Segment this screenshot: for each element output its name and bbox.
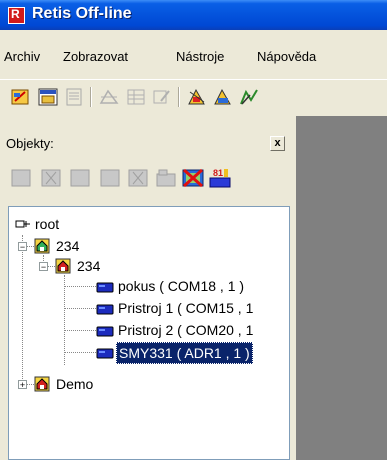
object-button-3[interactable] xyxy=(67,166,93,190)
toolbar xyxy=(0,79,387,114)
object-button-5[interactable] xyxy=(125,166,151,190)
tool2-icon[interactable] xyxy=(212,87,234,107)
delete-icon[interactable] xyxy=(180,166,206,190)
house-green-icon xyxy=(34,238,50,254)
house-red-icon xyxy=(34,376,50,392)
tree-label-device: pokus ( COM18 , 1 ) xyxy=(118,278,245,294)
tree-label-device: Pristroj 2 ( COM20 , 1 xyxy=(118,322,254,338)
menu-zobrazovat[interactable]: Zobrazovat xyxy=(63,49,128,64)
device-add-icon[interactable]: 81 xyxy=(207,166,233,190)
app-icon xyxy=(8,7,25,24)
tree-label-group: 234 xyxy=(56,238,80,254)
edit-icon[interactable] xyxy=(151,87,173,107)
chart-icon[interactable] xyxy=(238,87,260,107)
expander-demo[interactable]: + xyxy=(18,380,27,390)
toolbar-separator xyxy=(90,87,92,107)
object-button-1[interactable] xyxy=(8,166,34,190)
toolbar-separator xyxy=(178,87,180,107)
menu-nastroje[interactable]: Nástroje xyxy=(176,49,224,64)
workspace-area xyxy=(297,116,387,460)
tool1-icon[interactable] xyxy=(186,87,208,107)
root-plug-icon xyxy=(15,220,30,228)
expander-group[interactable]: − xyxy=(18,242,27,252)
layout-icon[interactable] xyxy=(98,87,120,107)
device-icon xyxy=(96,348,114,359)
object-button-6[interactable] xyxy=(153,166,179,190)
object-tree[interactable]: root − 234 − 234 pokus (COM18 , 1) Pri… xyxy=(8,206,290,460)
window-title: Retis Off-line xyxy=(32,5,132,22)
tree-label-subgroup: 234 xyxy=(77,258,101,274)
object-button-4[interactable] xyxy=(97,166,123,190)
device-icon xyxy=(96,326,114,337)
tree-label-device: Pristroj 1 ( COM15 , 1 xyxy=(118,300,254,316)
device-icon xyxy=(96,304,114,315)
title-bar[interactable]: Retis Off-line xyxy=(0,0,387,30)
menu-napoveda[interactable]: Nápověda xyxy=(257,49,316,64)
device-icon xyxy=(96,282,114,293)
menu-archiv[interactable]: Archiv xyxy=(4,49,40,64)
grid-icon[interactable] xyxy=(125,87,147,107)
document-icon[interactable] xyxy=(63,87,85,107)
panel-close-button[interactable]: x xyxy=(270,136,285,151)
tree-label-device-selected: SMY331 ( ADR1 , 1 ) xyxy=(116,342,253,364)
house-red-icon xyxy=(55,258,71,274)
expander-subgroup[interactable]: − xyxy=(39,262,48,272)
tree-label-demo: Demo xyxy=(56,376,94,392)
objects-panel: Objekty: x 81 root − 234 − 234 pokus (C… xyxy=(0,116,292,460)
menu-bar: Archiv Zobrazovat Nástroje Nápověda xyxy=(0,43,387,69)
object-button-2[interactable] xyxy=(38,166,64,190)
open-icon[interactable] xyxy=(37,87,59,107)
tree-label-root: root xyxy=(35,216,60,232)
panel-title: Objekty: xyxy=(6,136,54,151)
new-project-icon[interactable] xyxy=(10,87,32,107)
svg-text:81: 81 xyxy=(213,168,223,178)
